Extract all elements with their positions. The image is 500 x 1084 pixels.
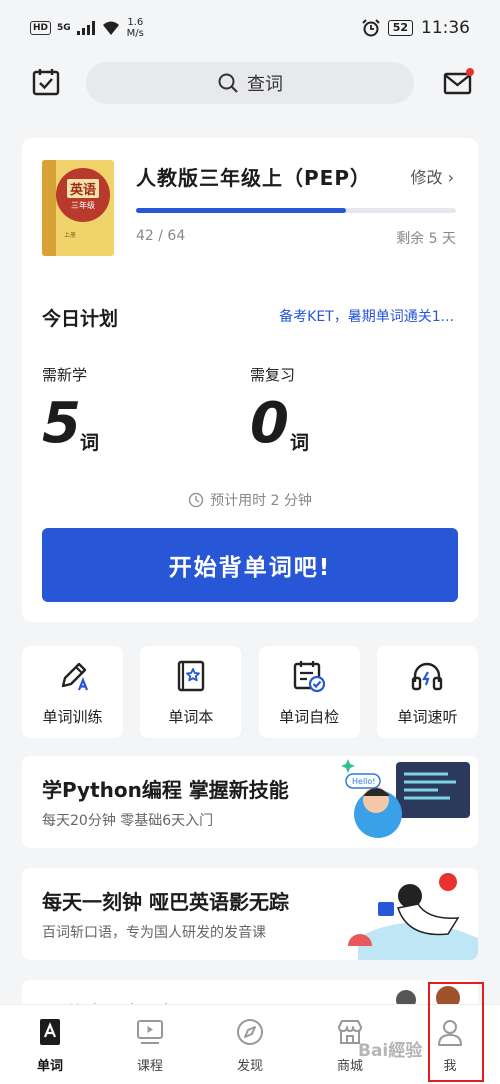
- network-type: 5G: [57, 23, 71, 33]
- nav-me[interactable]: 我: [410, 1017, 490, 1074]
- cover-grade: 三年级: [71, 201, 95, 210]
- nav-discover[interactable]: 发现: [210, 1017, 290, 1074]
- tile-label: 单词本: [168, 708, 214, 726]
- nav-label: 单词: [36, 1059, 63, 1074]
- new-words-unit: 词: [80, 432, 100, 454]
- review-words-count: 0: [250, 391, 289, 456]
- video-course-icon: [137, 1020, 163, 1044]
- tile-word-training[interactable]: 单词训练: [22, 646, 123, 738]
- top-header: 查词: [0, 60, 500, 106]
- time-estimate-text: 预计用时 2 分钟: [210, 493, 312, 509]
- search-bar[interactable]: 查词: [86, 62, 414, 104]
- coding-illustration: Hello!: [341, 759, 470, 838]
- nav-words[interactable]: 单词: [10, 1017, 90, 1074]
- hello-bubble-text: Hello!: [352, 777, 375, 786]
- days-remaining: 剩余 5 天: [396, 231, 456, 247]
- time-estimate: 预计用时 2 分钟: [22, 490, 478, 510]
- shop-icon: [338, 1020, 362, 1044]
- promo-card-speaking[interactable]: 每天一刻钟 哑巴英语影无踪 百词斩口语，专为国人研发的发音课: [22, 868, 478, 960]
- change-book-link[interactable]: 修改 ›: [411, 164, 455, 188]
- hd-indicator: HD: [30, 21, 52, 35]
- cover-volume: 上册: [64, 232, 77, 239]
- notebook-star-icon: [177, 660, 205, 692]
- nav-label: 我: [443, 1059, 457, 1074]
- wifi-icon: [102, 21, 119, 35]
- tile-label: 单词速听: [397, 708, 458, 726]
- promo-subtitle: 每天20分钟 零基础6天入门: [42, 813, 214, 829]
- network-speed: 1.6 M/s: [126, 17, 144, 39]
- messages-button[interactable]: [442, 66, 474, 98]
- battery-indicator: 52: [387, 20, 413, 36]
- review-words-unit: 词: [290, 432, 310, 454]
- plan-link[interactable]: 备考KET，暑期单词通关1...: [279, 306, 454, 326]
- cover-title: 英语: [66, 179, 99, 198]
- clock-icon: [188, 492, 204, 508]
- bottom-navigation: 单词 课程 发现 商城 我: [0, 1004, 500, 1084]
- promo-title: 每天一刻钟 哑巴英语影无踪: [42, 890, 289, 914]
- plan-title: 今日计划: [42, 308, 119, 330]
- progress-count: 42 / 64: [136, 228, 186, 244]
- search-label: 查词: [247, 74, 283, 95]
- promo-subtitle: 百词斩口语，专为国人研发的发音课: [42, 925, 266, 941]
- feature-tiles: 单词训练 单词本 单词自检 单词速听: [22, 646, 478, 738]
- pencil-icon: [61, 662, 88, 691]
- start-learning-button[interactable]: 开始背单词吧!: [42, 528, 458, 602]
- nav-courses[interactable]: 课程: [110, 1017, 190, 1074]
- word-book-icon: [40, 1019, 60, 1045]
- tile-word-selfcheck[interactable]: 单词自检: [258, 646, 360, 738]
- promo-card-python[interactable]: 学Python编程 掌握新技能 每天20分钟 零基础6天入门 Hello!: [22, 756, 478, 848]
- book-plan-card: 英语 三年级 上册 人教版三年级上（PEP） 修改 › 42 / 64 剩余 5…: [22, 138, 478, 622]
- speaking-illustration: [348, 873, 478, 960]
- signal-icon: [76, 21, 95, 35]
- mail-icon: [443, 68, 474, 95]
- status-bar: HD 5G 1.6 M/s 52 11:36: [0, 0, 500, 56]
- compass-icon: [237, 1019, 263, 1045]
- new-words-count: 5: [42, 391, 81, 456]
- headphones-icon: [412, 662, 443, 691]
- search-icon: [218, 73, 238, 93]
- clock: 11:36: [421, 18, 470, 38]
- tile-label: 单词训练: [42, 708, 103, 726]
- person-icon: [438, 1020, 462, 1046]
- tile-word-listening[interactable]: 单词速听: [376, 646, 478, 738]
- nav-label: 商城: [336, 1059, 363, 1074]
- book-progress-bar: [136, 208, 456, 213]
- nav-label: 发现: [236, 1059, 263, 1074]
- alarm-icon: [361, 19, 380, 37]
- tile-word-book[interactable]: 单词本: [140, 646, 242, 738]
- review-words-label: 需复习: [250, 366, 296, 384]
- book-title[interactable]: 人教版三年级上（PEP）: [136, 162, 371, 191]
- nav-label: 课程: [136, 1059, 163, 1074]
- calendar-check-icon: [293, 661, 326, 693]
- new-words-label: 需新学: [42, 366, 88, 384]
- calendar-check-icon: [32, 69, 60, 96]
- book-cover[interactable]: 英语 三年级 上册: [42, 160, 114, 256]
- tile-label: 单词自检: [279, 708, 340, 726]
- promo-title: 学Python编程 掌握新技能: [42, 778, 289, 802]
- nav-shop[interactable]: 商城: [310, 1017, 390, 1074]
- checkin-calendar-button[interactable]: [30, 66, 62, 98]
